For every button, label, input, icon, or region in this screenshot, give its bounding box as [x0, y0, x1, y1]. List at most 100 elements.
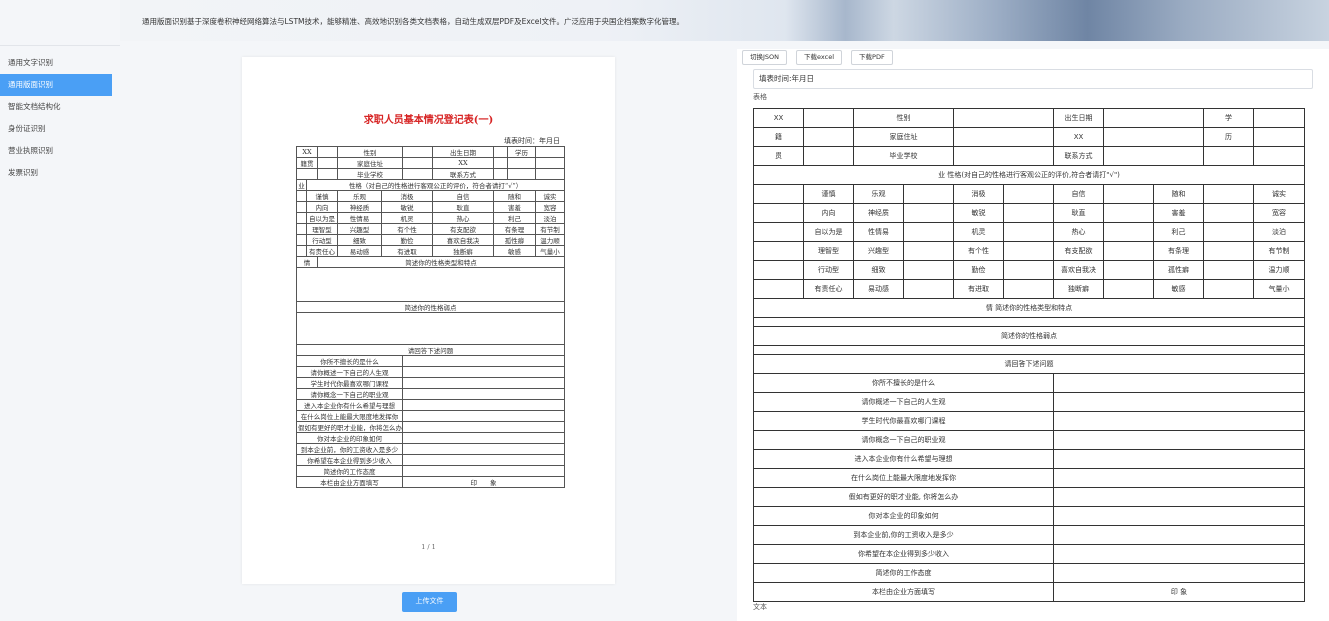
table-cell: 请回答下述问题 [295, 344, 566, 356]
sidebar-item[interactable]: 发票识别 [0, 162, 120, 184]
table-cell: 简述你的工作态度 [753, 563, 1054, 583]
table-cell [953, 108, 1054, 128]
table-cell: 联系方式 [432, 168, 495, 180]
table-cell: 耿直 [1053, 203, 1104, 223]
table-cell: 独断癖 [432, 245, 495, 257]
table-row: 请你概念一下自己的职业观 [753, 430, 1305, 450]
table-cell: 神经质 [337, 201, 383, 213]
table-cell [295, 267, 566, 302]
table-row: 情简述你的性格类型和特点 [295, 256, 566, 268]
table-row [753, 345, 1305, 355]
table-cell [1053, 373, 1305, 393]
sidebar-divider [0, 45, 120, 46]
table-row: 贯 毕业学校 联系方式 [753, 146, 1305, 166]
table-cell: 消极 [381, 190, 434, 202]
table-cell [1053, 468, 1305, 488]
table-cell: 神经质 [853, 203, 904, 223]
table-cell: 业 [296, 179, 307, 191]
table-cell: 你对本企业的印象如何 [753, 506, 1054, 526]
table-row: 内向 神经质 敏锐 耿直 害羞 宽容 [753, 203, 1305, 223]
table-cell: 行动型 [305, 234, 339, 246]
table-row: 行动型 细致 勤俭 喜欢自我决 孤性癖 温力顺 [296, 234, 566, 246]
table-cell: 消极 [953, 184, 1004, 204]
table-cell: 细致 [853, 260, 904, 280]
table-row [295, 267, 566, 302]
table-cell: 请你概念一下自己的职业观 [295, 388, 404, 400]
table-cell: 有责任心 [305, 245, 339, 257]
sidebar-item[interactable]: 通用文字识别 [0, 52, 120, 74]
table-cell: 气量小 [1253, 279, 1305, 299]
table-cell: 自以为是 [305, 212, 339, 224]
table-cell: 联系方式 [1053, 146, 1104, 166]
table-cell [753, 184, 804, 204]
table-cell: 假如有更好的职才业能，你将怎么办 [295, 421, 404, 433]
table-cell [753, 345, 1305, 355]
table-cell: XX [1053, 127, 1104, 147]
table-cell [1103, 184, 1154, 204]
table-cell: 害羞 [493, 201, 537, 213]
sidebar-item[interactable]: 营业执照识别 [0, 140, 120, 162]
table-cell: 籍贯 [295, 157, 319, 169]
table-cell [402, 443, 566, 455]
table-cell [903, 241, 954, 261]
table-cell: 耿直 [432, 201, 495, 213]
table-cell: 敏感 [1153, 279, 1204, 299]
table-cell: 乐观 [853, 184, 904, 204]
table-section-label: 表格 [753, 93, 767, 101]
table-cell: 你希望在本企业得到多少收入 [295, 454, 404, 466]
table-cell: 害羞 [1153, 203, 1204, 223]
table-row [295, 312, 566, 345]
recognition-result-panel: 切换JSON 下载excel 下载PDF 填表时间:年月日 表格 XX 性别 出生日期学… [737, 49, 1329, 621]
table-row: 到本企业前,你的工资收入是多少 [753, 525, 1305, 545]
toggle-json-button[interactable]: 切换JSON [742, 50, 788, 65]
table-row: 假如有更好的职才业能, 你将怎么办 [753, 487, 1305, 507]
table-cell [1103, 127, 1204, 147]
table-cell [1103, 203, 1154, 223]
table-row: 业性格（对自己的性格进行客观公正的评价，符合者请打“√”） [296, 179, 566, 191]
table-cell: 出生日期 [1053, 108, 1104, 128]
download-pdf-button[interactable]: 下载PDF [851, 50, 893, 65]
table-cell: 谨慎 [305, 190, 339, 202]
table-cell [317, 146, 339, 158]
table-cell [903, 203, 954, 223]
table-cell: 淡泊 [535, 212, 566, 224]
table-row: 进入本企业你有什么希望与理想 [295, 399, 566, 411]
table-cell [1053, 544, 1305, 564]
table-cell: 气量小 [535, 245, 566, 257]
table-cell: 家庭住址 [853, 127, 954, 147]
result-toolbar: 切换JSON 下载excel 下载PDF [742, 50, 902, 66]
table-cell [296, 190, 307, 202]
table-cell: 有进取 [381, 245, 434, 257]
sidebar-item[interactable]: 通用版面识别 [0, 74, 112, 96]
table-cell: 喜欢自我决 [432, 234, 495, 246]
table-row: 内向 神经质 敏锐 耿直 害羞 宽容 [296, 201, 566, 213]
table-cell: 利己 [493, 212, 537, 224]
table-cell [1103, 260, 1154, 280]
download-excel-button[interactable]: 下载excel [796, 50, 843, 65]
table-cell: 喜欢自我决 [1053, 260, 1104, 280]
filled-time-field: 填表时间:年月日 [753, 69, 1313, 89]
table-cell [296, 201, 307, 213]
table-cell [493, 157, 509, 169]
table-cell: 简述你的性格弱点 [295, 301, 566, 313]
table-cell [402, 157, 434, 169]
table-row [753, 317, 1305, 327]
table-row: 谨慎 乐观 消极 自信 随和 诚实 [753, 184, 1305, 204]
table-cell [903, 184, 954, 204]
table-cell [1003, 260, 1054, 280]
table-cell [1103, 146, 1204, 166]
table-row: 请回答下述问题 [753, 354, 1305, 374]
table-cell: 诚实 [535, 190, 566, 202]
table-row: 有责任心 易动感 有进取 独断癖 敏感 气量小 [296, 245, 566, 257]
table-cell: 印 象 [1053, 582, 1305, 602]
sidebar-item[interactable]: 智能文档结构化 [0, 96, 120, 118]
table-cell [1003, 184, 1054, 204]
table-cell: 性别 [853, 108, 954, 128]
table-cell [1253, 146, 1305, 166]
table-cell: 有责任心 [803, 279, 854, 299]
table-cell [1053, 525, 1305, 545]
table-cell: 敏锐 [953, 203, 1004, 223]
upload-file-button[interactable]: 上传文件 [402, 592, 457, 612]
table-cell [903, 279, 954, 299]
sidebar-item[interactable]: 身份证识别 [0, 118, 120, 140]
